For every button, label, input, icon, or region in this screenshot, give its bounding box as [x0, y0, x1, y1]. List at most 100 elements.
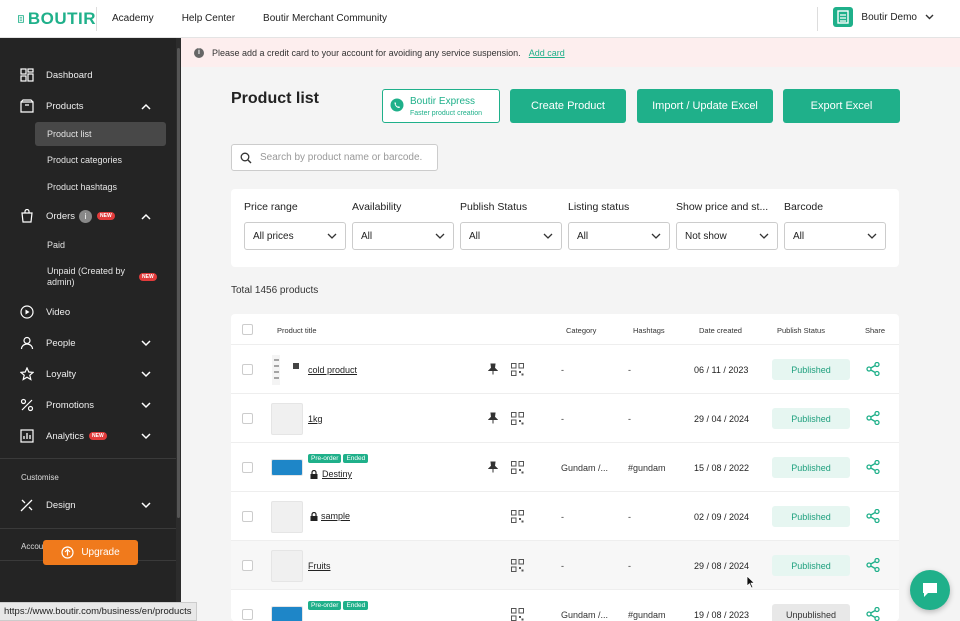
share-icon[interactable]	[866, 460, 880, 474]
sidebar-item-promotions[interactable]: Promotions	[0, 398, 176, 412]
qr-code-icon[interactable]	[511, 608, 524, 621]
nav-help-center[interactable]: Help Center	[182, 13, 235, 24]
show-price-select[interactable]: Not show	[676, 222, 778, 250]
product-name-link[interactable]: 1kg	[308, 414, 323, 424]
row-checkbox[interactable]	[242, 413, 253, 424]
sidebar-item-people[interactable]: People	[0, 336, 176, 350]
product-name-link[interactable]: Fruits	[308, 561, 331, 571]
chevron-down-icon	[543, 233, 553, 239]
date-created-cell: 29 / 04 / 2024	[694, 414, 750, 424]
sidebar-item-label: Design	[46, 499, 76, 511]
boutir-logo[interactable]: BOUTIR	[18, 9, 96, 29]
page-title: Product list	[231, 90, 320, 107]
table-row[interactable]: 1kg - - 29 / 04 / 2024 Published	[231, 394, 899, 443]
share-icon[interactable]	[866, 509, 880, 523]
availability-select[interactable]: All	[352, 222, 454, 250]
product-name-link[interactable]: cold product	[308, 365, 357, 375]
hashtags-cell: -	[628, 512, 631, 522]
product-thumbnail	[271, 459, 303, 476]
sidebar-item-orders[interactable]: Orders i NEW	[0, 209, 176, 223]
pin-icon[interactable]	[488, 412, 498, 424]
sidebar-sub-paid[interactable]: Paid	[47, 240, 65, 250]
qr-code-icon[interactable]	[511, 461, 524, 474]
video-play-icon	[20, 305, 34, 319]
sidebar-sub-unpaid[interactable]: Unpaid (Created by admin)	[47, 266, 137, 288]
table-row[interactable]: Pre-order Ended Destiny Gundam /... #gun…	[231, 443, 899, 492]
sidebar-sub-product-categories[interactable]: Product categories	[47, 155, 122, 165]
product-tags: Pre-order Ended	[308, 601, 369, 610]
qr-code-icon[interactable]	[511, 412, 524, 425]
share-icon[interactable]	[866, 411, 880, 425]
publish-status-badge[interactable]: Unpublished	[772, 604, 850, 621]
nav-academy[interactable]: Academy	[112, 13, 154, 24]
sidebar-item-label: Analytics	[46, 430, 85, 442]
share-icon[interactable]	[866, 362, 880, 376]
sidebar-item-video[interactable]: Video	[0, 305, 176, 319]
share-icon[interactable]	[866, 607, 880, 621]
credit-card-alert: i Please add a credit card to your accou…	[181, 38, 960, 67]
table-row[interactable]: cold product - - 06 / 11 / 2023 Publishe…	[231, 345, 899, 394]
publish-status-badge[interactable]: Published	[772, 506, 850, 527]
header-product-title[interactable]: Product title	[277, 326, 317, 335]
create-product-button[interactable]: Create Product	[510, 89, 626, 123]
orders-icon	[21, 209, 33, 223]
info-icon: i	[194, 47, 204, 58]
export-excel-button[interactable]: Export Excel	[783, 89, 900, 123]
qr-code-icon[interactable]	[511, 559, 524, 572]
product-name-link[interactable]: sample	[321, 511, 350, 521]
row-checkbox[interactable]	[242, 364, 253, 375]
info-icon[interactable]: i	[79, 209, 92, 223]
chat-button[interactable]	[910, 570, 950, 610]
qr-code-icon[interactable]	[511, 510, 524, 523]
barcode-select[interactable]: All	[784, 222, 886, 250]
total-products: Total 1456 products	[231, 285, 319, 296]
share-icon[interactable]	[866, 558, 880, 572]
qr-code-icon[interactable]	[511, 363, 524, 376]
table-row[interactable]: sample - - 02 / 09 / 2024 Published	[231, 492, 899, 541]
date-created-cell: 29 / 08 / 2024	[694, 561, 750, 571]
row-checkbox[interactable]	[242, 609, 253, 620]
sidebar-item-analytics[interactable]: Analytics NEW	[0, 429, 176, 443]
sidebar-sub-product-hashtags[interactable]: Product hashtags	[47, 182, 117, 192]
category-cell: -	[561, 561, 564, 571]
pin-icon[interactable]	[488, 363, 498, 375]
upgrade-label: Upgrade	[81, 547, 120, 558]
table-row[interactable]: Fruits - - 29 / 08 / 2024 Published	[231, 541, 899, 590]
sidebar-item-products[interactable]: Products	[0, 99, 176, 113]
select-value: All	[361, 230, 373, 242]
price-range-select[interactable]: All prices	[244, 222, 346, 250]
row-checkbox[interactable]	[242, 560, 253, 571]
publish-status-select[interactable]: All	[460, 222, 562, 250]
add-card-link[interactable]: Add card	[529, 48, 565, 58]
header-hashtags: Hashtags	[633, 326, 665, 335]
publish-status-badge[interactable]: Published	[772, 359, 850, 380]
header-date-created[interactable]: Date created	[699, 326, 742, 335]
product-image-icon	[272, 355, 299, 385]
row-checkbox[interactable]	[242, 511, 253, 522]
row-checkbox[interactable]	[242, 462, 253, 473]
import-excel-button[interactable]: Import / Update Excel	[637, 89, 773, 123]
product-thumbnail	[271, 403, 303, 435]
sidebar-scroll-thumb[interactable]	[177, 48, 180, 518]
search-input[interactable]: Search by product name or barcode.	[231, 144, 438, 171]
upgrade-button[interactable]: Upgrade	[43, 540, 138, 565]
publish-status-badge[interactable]: Published	[772, 408, 850, 429]
select-all-checkbox[interactable]	[242, 324, 253, 335]
product-thumbnail	[271, 501, 303, 533]
store-switcher[interactable]: Boutir Demo	[833, 7, 934, 27]
brand-name: BOUTIR	[27, 8, 96, 28]
sidebar-sub-product-list[interactable]: Product list	[35, 122, 166, 146]
boutir-express-button[interactable]: Boutir Express Faster product creation	[382, 89, 500, 123]
chevron-down-icon	[141, 501, 151, 508]
sidebar-item-loyalty[interactable]: Loyalty	[0, 367, 176, 381]
sidebar-item-dashboard[interactable]: Dashboard	[0, 68, 176, 82]
new-badge: NEW	[89, 432, 107, 440]
pin-icon[interactable]	[488, 461, 498, 473]
product-name-link[interactable]: Destiny	[322, 469, 352, 479]
table-row[interactable]: Pre-order Ended Gundam /... #gundam 19 /…	[231, 590, 899, 621]
publish-status-badge[interactable]: Published	[772, 555, 850, 576]
listing-status-select[interactable]: All	[568, 222, 670, 250]
publish-status-badge[interactable]: Published	[772, 457, 850, 478]
sidebar-item-design[interactable]: Design	[0, 498, 176, 512]
nav-merchant-community[interactable]: Boutir Merchant Community	[263, 13, 387, 24]
